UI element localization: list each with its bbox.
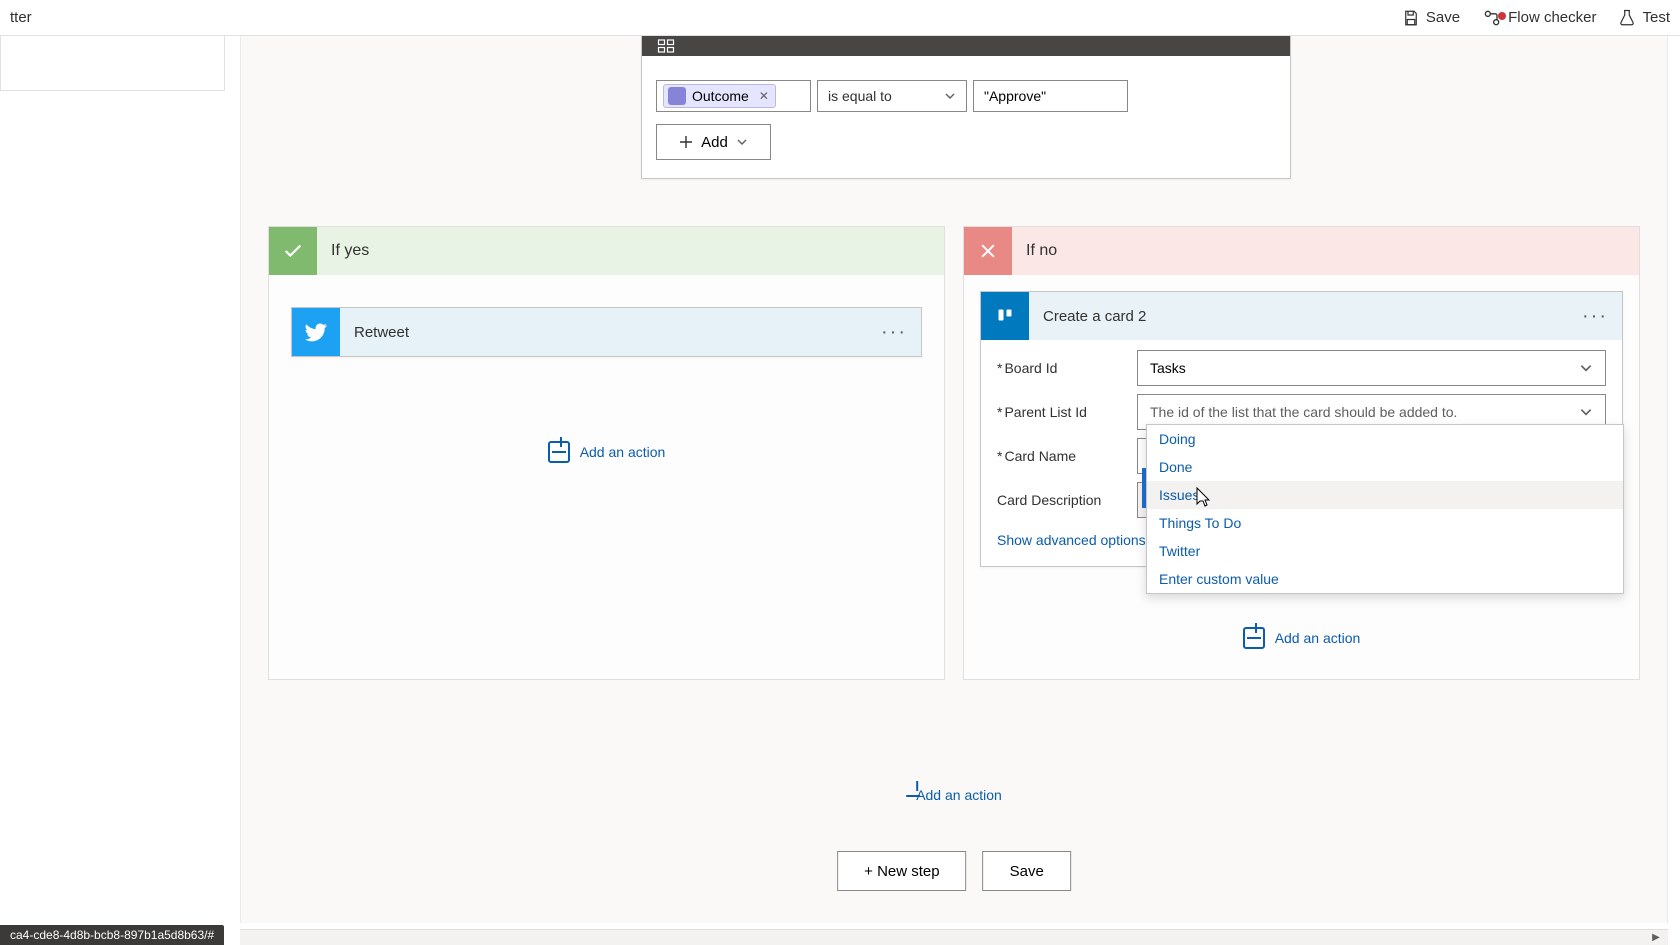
bottom-add-label: Add an action	[916, 787, 1002, 803]
save-command[interactable]: Save	[1402, 9, 1460, 27]
retweet-title: Retweet	[354, 324, 409, 341]
dropdown-item[interactable]: Done	[1147, 453, 1623, 481]
footer-buttons: + New step Save	[837, 851, 1071, 891]
chevron-down-icon	[1579, 405, 1593, 419]
board-id-row: *Board Id Tasks	[997, 350, 1606, 386]
test-icon	[1618, 9, 1636, 27]
card-name-label: *Card Name	[997, 448, 1137, 464]
dropdown-item[interactable]: Twitter	[1147, 537, 1623, 565]
chevron-down-icon	[736, 136, 748, 148]
dropdown-item[interactable]: Things To Do	[1147, 509, 1623, 537]
create-card-header[interactable]: Create a card 2 ···	[981, 292, 1622, 340]
designer-canvas: Outcome ✕ is equal to Add	[240, 36, 1668, 923]
dropdown-item[interactable]: Doing	[1147, 425, 1623, 453]
branch-no-label: If no	[1026, 242, 1057, 260]
no-add-action-link[interactable]: Add an action	[1243, 627, 1361, 649]
command-bar-right: Save Flow checker Test	[1402, 8, 1670, 28]
save-label: Save	[1426, 9, 1460, 26]
scroll-right-icon[interactable]: ▶	[1648, 932, 1664, 944]
plus-icon	[679, 135, 693, 149]
horizontal-scrollbar[interactable]: ▶	[240, 929, 1668, 945]
retweet-action-card: Retweet ···	[291, 307, 922, 357]
branch-if-yes: If yes Retweet ···	[268, 226, 945, 680]
show-advanced-label: Show advanced options	[997, 532, 1146, 548]
save-button[interactable]: Save	[983, 851, 1071, 891]
breadcrumb-fragment: tter	[10, 9, 32, 26]
add-action-icon	[1243, 627, 1265, 649]
board-id-select[interactable]: Tasks	[1137, 350, 1606, 386]
branch-yes-header[interactable]: If yes	[269, 227, 944, 275]
token-remove[interactable]: ✕	[759, 89, 769, 103]
chevron-down-icon	[1579, 361, 1593, 375]
chevron-down-icon	[944, 90, 956, 102]
flow-checker-command[interactable]: Flow checker	[1482, 8, 1596, 28]
twitter-icon	[292, 308, 340, 356]
retweet-header[interactable]: Retweet ···	[292, 308, 921, 356]
operator-value: is equal to	[828, 88, 892, 104]
branch-yes-label: If yes	[331, 242, 369, 260]
close-icon	[964, 227, 1012, 275]
flow-checker-label: Flow checker	[1508, 9, 1596, 26]
yes-add-action-label: Add an action	[580, 444, 666, 460]
condition-card: Outcome ✕ is equal to Add	[641, 36, 1291, 179]
card-desc-label: Card Description	[997, 492, 1137, 508]
create-card-title: Create a card 2	[1043, 308, 1146, 325]
command-bar: tter Save Flow checker Test	[0, 0, 1680, 36]
condition-row: Outcome ✕ is equal to	[656, 80, 1276, 112]
new-step-button[interactable]: + New step	[837, 851, 966, 891]
dropdown-item[interactable]: Issues	[1147, 481, 1623, 509]
bottom-add-action-link[interactable]: Add an action	[906, 787, 1002, 803]
dropdown-item-custom[interactable]: Enter custom value	[1147, 565, 1623, 593]
trello-icon	[981, 292, 1029, 340]
no-add-action-label: Add an action	[1275, 630, 1361, 646]
add-action-icon	[548, 441, 570, 463]
condition-operator-select[interactable]: is equal to	[817, 80, 967, 112]
condition-body: Outcome ✕ is equal to Add	[642, 56, 1290, 178]
flow-checker-icon	[1482, 8, 1502, 28]
parent-list-label: *Parent List Id	[997, 404, 1137, 420]
token-label: Outcome	[692, 88, 749, 104]
save-icon	[1402, 9, 1420, 27]
create-card-menu-button[interactable]: ···	[1582, 305, 1608, 328]
test-label: Test	[1642, 9, 1670, 26]
retweet-menu-button[interactable]: ···	[881, 321, 907, 344]
check-icon	[269, 227, 317, 275]
token-source-icon	[668, 87, 686, 105]
board-id-label: *Board Id	[997, 360, 1137, 376]
board-id-value: Tasks	[1150, 360, 1186, 376]
condition-header[interactable]	[642, 36, 1290, 56]
parent-list-dropdown: Doing Done Issues Things To Do Twitter E…	[1146, 424, 1624, 594]
condition-add-button[interactable]: Add	[656, 124, 771, 160]
flow-checker-badge	[1498, 12, 1506, 20]
left-floating-panel	[0, 36, 225, 91]
condition-icon	[652, 36, 680, 56]
test-command[interactable]: Test	[1618, 9, 1670, 27]
branch-no-header[interactable]: If no	[964, 227, 1639, 275]
status-bar-url: ca4-cde8-4d8b-bcb8-897b1a5d8b63/#	[0, 925, 224, 945]
condition-value-input[interactable]	[973, 80, 1128, 112]
condition-left-operand[interactable]: Outcome ✕	[656, 80, 811, 112]
add-label: Add	[701, 134, 728, 151]
yes-add-action-link[interactable]: Add an action	[548, 441, 666, 463]
parent-list-placeholder: The id of the list that the card should …	[1150, 404, 1457, 420]
dynamic-token-outcome[interactable]: Outcome ✕	[663, 84, 776, 108]
branch-yes-body: Retweet ··· Add an action	[269, 275, 944, 503]
